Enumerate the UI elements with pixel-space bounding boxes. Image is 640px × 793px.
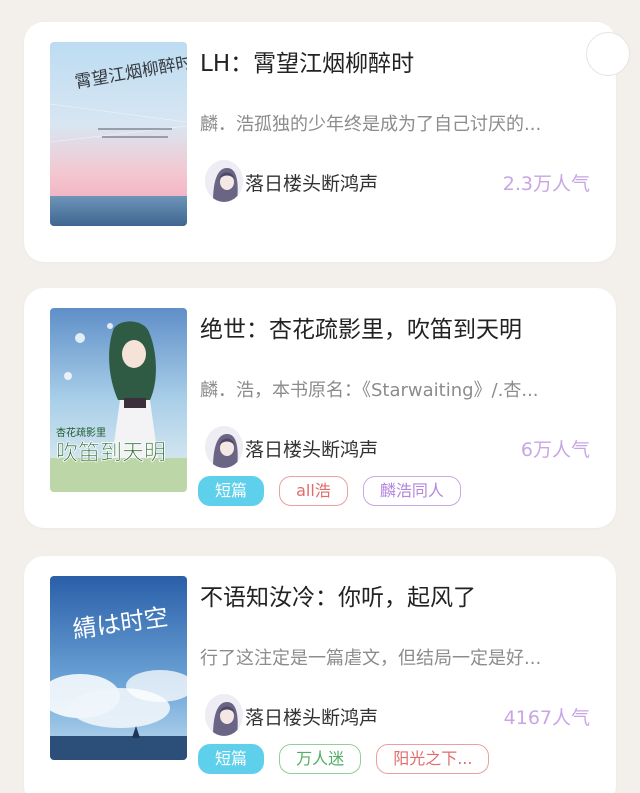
book-cover-image[interactable]: 杏花疏影里 吹笛到天明 bbox=[50, 308, 187, 492]
book-title[interactable]: LH：霄望江烟柳醉时 bbox=[200, 44, 600, 78]
tag-everyone-loves[interactable]: 万人迷 bbox=[279, 744, 362, 774]
popularity-count: 2.3万人气 bbox=[502, 173, 590, 195]
cover-title-text: 吹笛到天明 bbox=[56, 441, 166, 466]
author-name[interactable]: 落日楼头断鸿声 bbox=[245, 169, 378, 196]
author-row[interactable]: 落日楼头断鸿声 2.3万人气 bbox=[205, 160, 590, 204]
book-card[interactable]: 霄望江烟柳醉时 LH：霄望江烟柳醉时 麟．浩孤独的少年终是成为了自己讨厌的...… bbox=[24, 22, 630, 262]
book-title[interactable]: 不语知汝冷：你听，起风了 bbox=[200, 578, 600, 612]
tag-list: 短篇 万人迷 阳光之下... bbox=[198, 744, 499, 774]
book-cover-image[interactable]: 霄望江烟柳醉时 bbox=[50, 42, 187, 226]
cover-subtitle-text: 杏花疏影里 bbox=[56, 426, 106, 439]
floating-bubble-button[interactable] bbox=[586, 32, 630, 76]
tag-list: 短篇 all浩 麟浩同人 bbox=[198, 476, 471, 506]
author-avatar[interactable] bbox=[205, 694, 243, 736]
tag-short-story[interactable]: 短篇 bbox=[198, 476, 265, 506]
book-card[interactable]: 綪は时空 不语知汝冷：你听，起风了 行了这注定是一篇虐文，但结局一定是好... … bbox=[24, 556, 616, 793]
tag-short-story[interactable]: 短篇 bbox=[198, 744, 265, 774]
tag-linhao-fanfic[interactable]: 麟浩同人 bbox=[362, 476, 461, 506]
book-description: 麟．浩，本书原名：《Starwaiting》/.杏... bbox=[200, 380, 539, 401]
author-name[interactable]: 落日楼头断鸿声 bbox=[245, 703, 378, 730]
author-row[interactable]: 落日楼头断鸿声 6万人气 bbox=[205, 426, 590, 470]
author-row[interactable]: 落日楼头断鸿声 4167人气 bbox=[205, 694, 590, 738]
book-card[interactable]: 杏花疏影里 吹笛到天明 绝世：杏花疏影里，吹笛到天明 麟．浩，本书原名：《Sta… bbox=[24, 288, 616, 528]
book-description: 行了这注定是一篇虐文，但结局一定是好... bbox=[200, 648, 542, 669]
author-avatar[interactable] bbox=[205, 426, 243, 468]
book-title[interactable]: 绝世：杏花疏影里，吹笛到天明 bbox=[200, 310, 600, 344]
popularity-count: 4167人气 bbox=[503, 707, 590, 729]
popularity-count: 6万人气 bbox=[520, 439, 590, 461]
book-description: 麟．浩孤独的少年终是成为了自己讨厌的... bbox=[200, 114, 542, 135]
author-name[interactable]: 落日楼头断鸿声 bbox=[245, 435, 378, 462]
book-cover-image[interactable]: 綪は时空 bbox=[50, 576, 187, 760]
tag-all-hao[interactable]: all浩 bbox=[279, 476, 348, 506]
author-avatar[interactable] bbox=[205, 160, 243, 202]
tag-under-sunlight[interactable]: 阳光之下... bbox=[376, 744, 490, 774]
book-list-page: 霄望江烟柳醉时 LH：霄望江烟柳醉时 麟．浩孤独的少年终是成为了自己讨厌的...… bbox=[0, 0, 640, 793]
